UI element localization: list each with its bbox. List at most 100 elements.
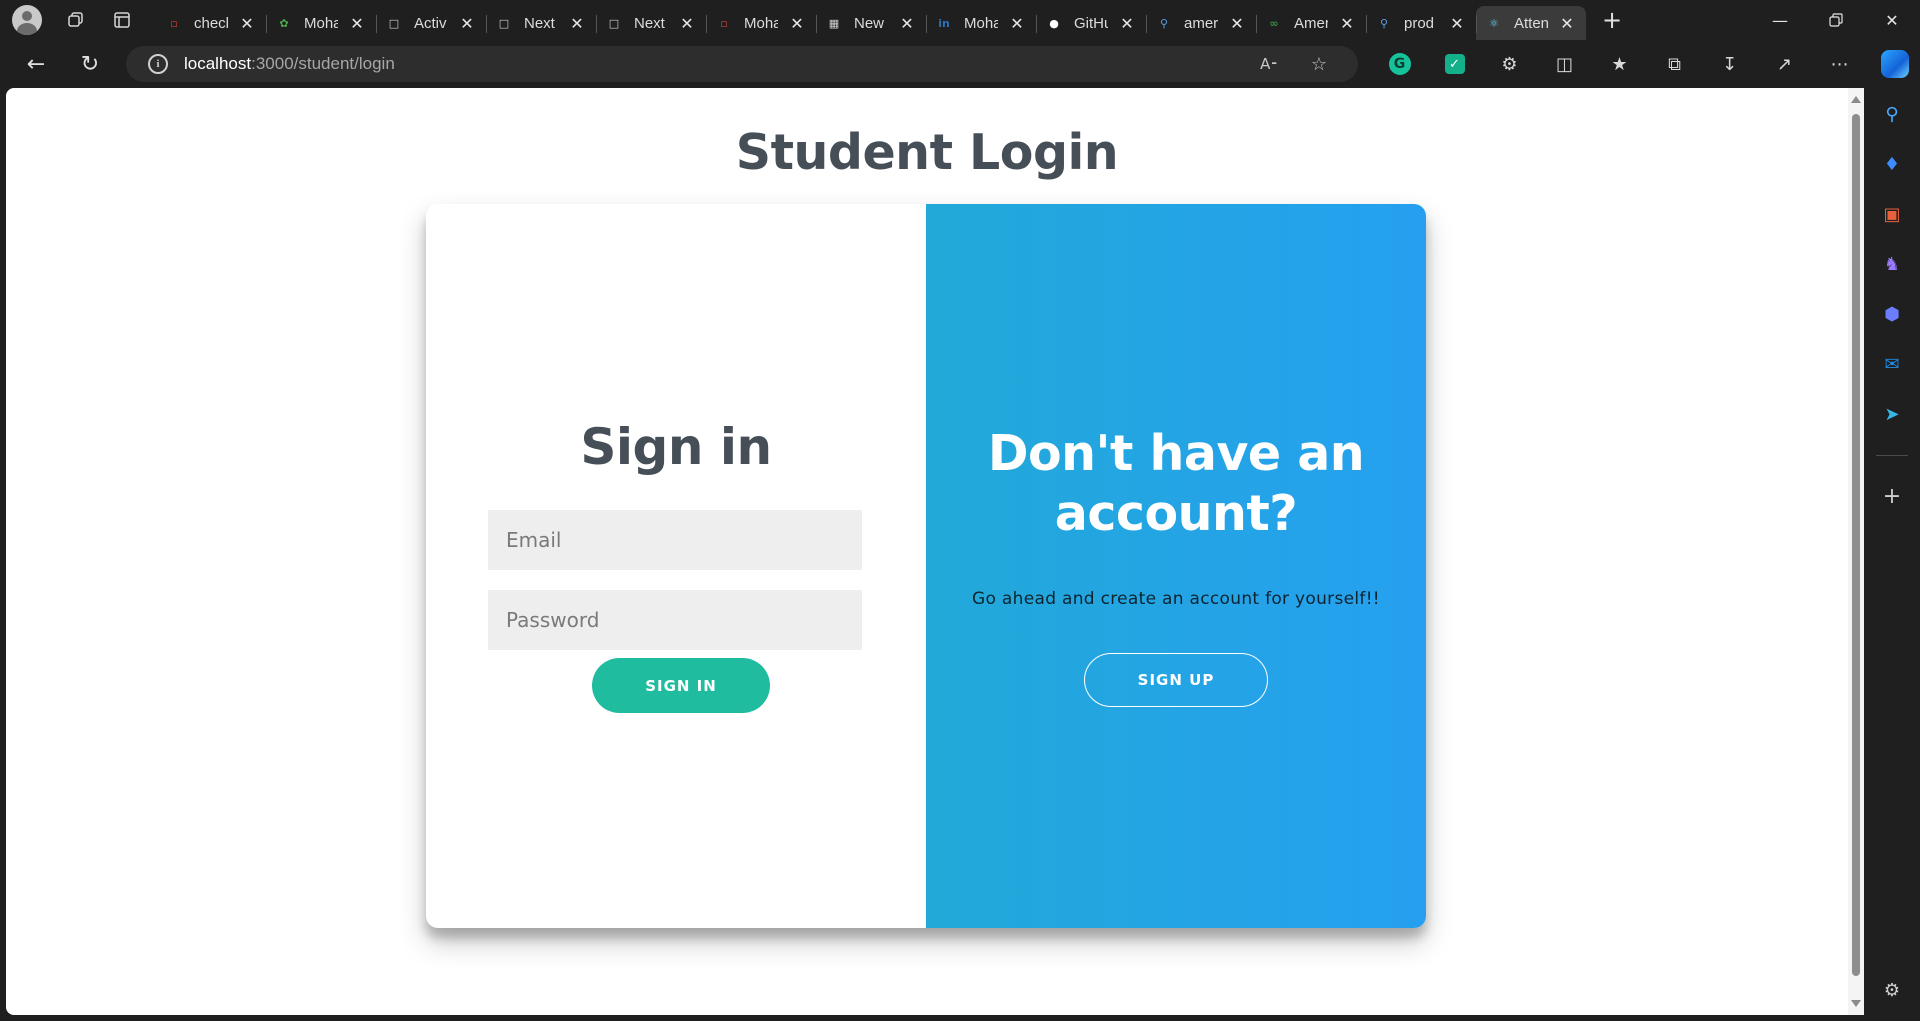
read-aloud-icon[interactable]: A⁃ (1244, 55, 1294, 73)
scroll-up-arrow-icon[interactable] (1851, 96, 1861, 103)
browser-tab[interactable]: ● GitHu ✕ (1036, 6, 1146, 40)
tab-title: Atten (1514, 14, 1548, 32)
sign-up-button[interactable]: SIGN UP (1084, 653, 1268, 707)
browser-tab[interactable]: ⚛ Atten ✕ (1476, 6, 1586, 40)
close-tab-icon[interactable]: ✕ (676, 14, 698, 33)
document-icon: □ (498, 16, 510, 30)
add-sidebar-app-icon[interactable]: + (1864, 476, 1920, 516)
close-tab-icon[interactable]: ✕ (566, 14, 588, 33)
sidebar-divider (1876, 455, 1908, 456)
close-tab-icon[interactable]: ✕ (1556, 14, 1578, 33)
browser-tab[interactable]: □ Activ ✕ (376, 6, 486, 40)
signin-heading: Sign in (580, 418, 772, 476)
react-icon: ⚛ (1489, 16, 1499, 30)
profile-avatar[interactable] (12, 5, 42, 35)
sign-in-button[interactable]: SIGN IN (592, 658, 770, 713)
browser-tab[interactable]: ∞ Amer ✕ (1256, 6, 1366, 40)
signup-panel: Don't have an account? Go ahead and crea… (926, 204, 1426, 928)
extension-toolbar: G ✓ ⚙ ◫ ★ ⧉ ↧ ↗ ⋯ (1372, 44, 1920, 84)
search-icon[interactable]: ⚲ (1864, 94, 1920, 134)
close-tab-icon[interactable]: ✕ (236, 14, 258, 33)
grammarly-icon[interactable]: G (1372, 44, 1427, 84)
browser-tab[interactable]: ⚲ amer ✕ (1146, 6, 1256, 40)
search-icon: ⚲ (1159, 16, 1169, 30)
tab-title: Moha (744, 14, 778, 32)
browser-tab[interactable]: ⚲ prod ✕ (1366, 6, 1476, 40)
sidebar-settings-icon[interactable]: ⚙ (1864, 970, 1920, 1010)
collections-icon[interactable]: ⧉ (1647, 44, 1702, 84)
scroll-down-arrow-icon[interactable] (1851, 1000, 1861, 1007)
extensions-puzzle-icon[interactable]: ⚙ (1482, 44, 1537, 84)
share-icon[interactable]: ↗ (1757, 44, 1812, 84)
close-window-icon[interactable]: ✕ (1864, 0, 1920, 40)
close-tab-icon[interactable]: ✕ (456, 14, 478, 33)
close-tab-icon[interactable]: ✕ (1006, 14, 1028, 33)
browser-tab[interactable]: ▫ Moha ✕ (706, 6, 816, 40)
pdf-icon: ▫ (720, 16, 728, 30)
more-options-icon[interactable]: ⋯ (1812, 44, 1867, 84)
tab-title: New (854, 14, 885, 32)
tab-title: Amer (1294, 14, 1328, 32)
tab-title: Moha (964, 14, 998, 32)
close-tab-icon[interactable]: ✕ (1336, 14, 1358, 33)
page-scrollbar[interactable] (1848, 88, 1864, 1015)
login-card: Sign in SIGN IN Don't have an account? G… (426, 204, 1426, 928)
workspaces-icon[interactable] (56, 0, 96, 40)
shopping-tag-icon[interactable]: ♦ (1864, 144, 1920, 184)
signin-panel: Sign in SIGN IN (426, 204, 926, 928)
send-paper-plane-icon[interactable]: ➤ (1864, 394, 1920, 434)
split-screen-icon[interactable]: ◫ (1537, 44, 1592, 84)
restore-icon[interactable] (1808, 0, 1864, 40)
window-controls: — ✕ (1752, 0, 1920, 40)
edge-sidebar: ⚲ ♦ ▣ ♞ ⬢ ✉ ➤ + ⚙ (1864, 88, 1920, 1021)
address-bar[interactable]: i localhost:3000/student/login A⁃ ☆ (126, 46, 1358, 82)
email-field[interactable] (488, 510, 862, 570)
tab-title: Next (524, 14, 555, 32)
search-icon: ⚲ (1379, 16, 1389, 30)
pdf-icon: ▫ (170, 16, 178, 30)
tab-title: Moha (304, 14, 338, 32)
refresh-icon[interactable]: ↻ (66, 44, 114, 84)
tab-title: Activ (414, 14, 447, 32)
infinity-icon: ∞ (1269, 16, 1279, 30)
vertical-tabs-icon[interactable] (102, 0, 142, 40)
browser-toolbar: ← ↻ i localhost:3000/student/login A⁃ ☆ … (0, 40, 1920, 88)
scrollbar-thumb[interactable] (1852, 114, 1860, 976)
back-arrow-icon[interactable]: ← (12, 44, 60, 84)
password-field[interactable] (488, 590, 862, 650)
signup-description: Go ahead and create an account for yours… (972, 589, 1380, 609)
close-tab-icon[interactable]: ✕ (786, 14, 808, 33)
site-info-icon[interactable]: i (148, 54, 168, 74)
minimize-icon[interactable]: — (1752, 0, 1808, 40)
browser-tab[interactable]: □ Next ✕ (486, 6, 596, 40)
url-text[interactable]: localhost:3000/student/login (184, 54, 395, 74)
tab-title: Next (634, 14, 665, 32)
close-tab-icon[interactable]: ✕ (1446, 14, 1468, 33)
browser-tab[interactable]: in Moha ✕ (926, 6, 1036, 40)
checklist-extension-icon[interactable]: ✓ (1427, 44, 1482, 84)
tab-title: prod (1404, 14, 1435, 32)
tab-title: GitHu (1074, 14, 1108, 32)
browser-tab[interactable]: ▦ New ✕ (816, 6, 926, 40)
linkedin-icon: in (938, 16, 950, 30)
browser-tab[interactable]: ▫ check ✕ (156, 6, 266, 40)
outlook-icon[interactable]: ✉ (1864, 344, 1920, 384)
browser-tab[interactable]: ✿ Moha ✕ (266, 6, 376, 40)
games-chess-icon[interactable]: ♞ (1864, 244, 1920, 284)
favorites-icon[interactable]: ★ (1592, 44, 1647, 84)
close-tab-icon[interactable]: ✕ (896, 14, 918, 33)
browser-tab[interactable]: □ Next ✕ (596, 6, 706, 40)
favorite-star-icon[interactable]: ☆ (1294, 54, 1344, 75)
copilot-sidebar-icon[interactable]: ⬢ (1864, 294, 1920, 334)
close-tab-icon[interactable]: ✕ (1116, 14, 1138, 33)
close-tab-icon[interactable]: ✕ (346, 14, 368, 33)
downloads-icon[interactable]: ↧ (1702, 44, 1757, 84)
mongodb-leaf-icon: ✿ (279, 16, 289, 30)
copilot-icon[interactable] (1867, 44, 1920, 84)
signup-heading: Don't have an account? (926, 424, 1426, 544)
tab-title: amer (1184, 14, 1218, 32)
tools-briefcase-icon[interactable]: ▣ (1864, 194, 1920, 234)
page-viewport: Student Login Sign in SIGN IN Don't have… (6, 88, 1864, 1015)
close-tab-icon[interactable]: ✕ (1226, 14, 1248, 33)
new-tab-button[interactable]: + (1590, 6, 1634, 34)
